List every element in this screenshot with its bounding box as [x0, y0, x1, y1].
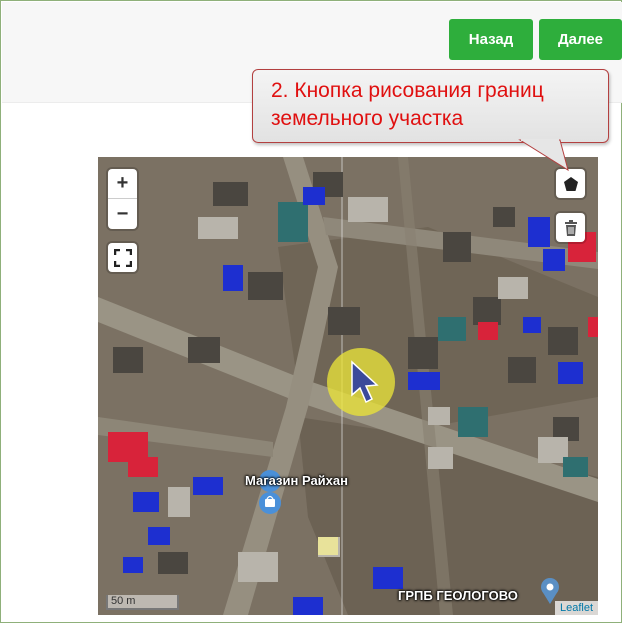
- map-imagery: [98, 157, 598, 615]
- map-label-grpb: ГРПБ ГЕОЛОГОВО: [398, 588, 518, 603]
- next-button[interactable]: Далее: [539, 19, 622, 60]
- back-button[interactable]: Назад: [449, 19, 533, 60]
- draw-polygon-button[interactable]: [556, 169, 585, 198]
- zoom-control: + −: [108, 169, 137, 229]
- callout-line-1: 2. Кнопка рисования границ: [271, 79, 544, 102]
- callout-text: 2. Кнопка рисования границ земельного уч…: [271, 77, 601, 133]
- fullscreen-icon: [113, 248, 132, 267]
- pentagon-icon: [563, 176, 578, 191]
- leaflet-attribution-link[interactable]: Leaflet: [554, 601, 598, 615]
- fullscreen-button[interactable]: [108, 243, 137, 272]
- trash-icon: [564, 219, 577, 236]
- delete-button[interactable]: [556, 213, 585, 242]
- satellite-map[interactable]: + − Магазин Райхан ГРПБ ГЕОЛОГОВО 50 m L…: [98, 157, 598, 615]
- zoom-in-button[interactable]: +: [108, 169, 137, 199]
- scale-bar: 50 m: [106, 595, 179, 610]
- annotation-callout: 2. Кнопка рисования границ земельного уч…: [252, 69, 609, 143]
- zoom-out-button[interactable]: −: [108, 199, 137, 229]
- map-label-shop: Магазин Райхан: [245, 473, 348, 488]
- callout-line-2: земельного участка: [271, 107, 464, 130]
